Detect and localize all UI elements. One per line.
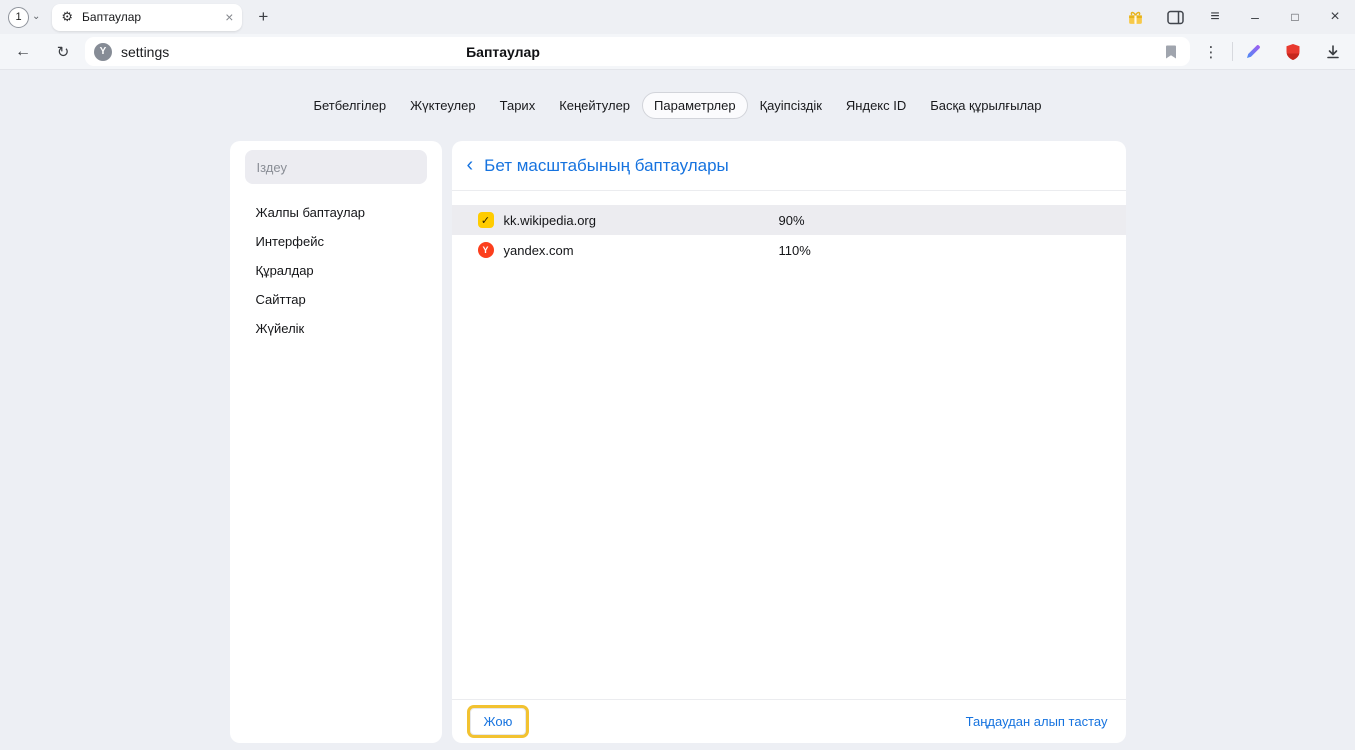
tab-strip: 1 ⌄ ⚙ Баптаулар × + ≡ – □ × [0,0,1355,34]
bookmark-icon[interactable] [1165,44,1177,59]
sidebar-menu: Жалпы баптауларИнтерфейсҚұралдарСайттарЖ… [245,198,427,343]
search-input[interactable] [245,150,427,184]
site-name: yandex.com [504,243,769,258]
sidebar-item-3[interactable]: Сайттар [245,285,427,314]
settings-nav: БетбелгілерЖүктеулерТарихКеңейтулерПарам… [301,92,1053,119]
refresh-icon[interactable]: ↻ [45,34,81,69]
nav-tab-3[interactable]: Кеңейтулер [547,92,642,119]
back-chevron-icon[interactable]: ‹ [467,155,474,177]
sidebar-item-2[interactable]: Құралдар [245,256,427,285]
sidebar-item-4[interactable]: Жүйелік [245,314,427,343]
checkbox-checked-icon[interactable]: ✓ [478,212,494,228]
yandex-favicon: Y [478,242,494,258]
settings-sidebar: Жалпы баптауларИнтерфейсҚұралдарСайттарЖ… [230,141,442,743]
zoom-settings-panel: ‹ Бет масштабының баптаулары ✓ kk.wikiped… [452,141,1126,743]
maximize-button[interactable]: □ [1275,0,1315,34]
zoom-value: 90% [779,213,1126,228]
nav-tab-2[interactable]: Тарих [488,92,548,119]
sidebar-item-0[interactable]: Жалпы баптаулар [245,198,427,227]
toolbar-right: ⋮ [1190,34,1355,69]
gear-icon: ⚙ [61,9,73,25]
nav-tab-1[interactable]: Жүктеулер [398,92,488,119]
url-text: settings [121,44,169,60]
zoom-rows: ✓ kk.wikipedia.org 90% Yyandex.com 110% [452,205,1126,265]
tab-close-icon[interactable]: × [225,10,233,24]
panel-spacer [452,265,1126,699]
search-box [245,150,427,184]
settings-content: Жалпы баптауларИнтерфейсҚұралдарСайттарЖ… [230,141,1126,743]
panel-title: Бет масштабының баптаулары [484,156,729,176]
minimize-button[interactable]: – [1235,0,1275,34]
browser-toolbar: ← ↻ Y settings Баптаулар ⋮ [0,34,1355,70]
back-icon[interactable]: ← [5,34,41,69]
table-row[interactable]: Yyandex.com 110% [452,235,1126,265]
new-tab-button[interactable]: + [248,4,278,31]
chevron-down-icon: ⌄ [32,12,40,22]
toolbar-divider [1232,42,1233,61]
zoom-value: 110% [779,243,1126,258]
table-row[interactable]: ✓ kk.wikipedia.org 90% [452,205,1126,235]
deselect-all-link[interactable]: Таңдаудан алып тастау [966,714,1108,729]
protect-shield-icon[interactable] [1279,34,1307,69]
hamburger-menu-icon[interactable]: ≡ [1195,0,1235,34]
nav-tab-0[interactable]: Бетбелгілер [301,92,398,119]
settings-page: БетбелгілерЖүктеулерТарихКеңейтулерПарам… [0,70,1355,750]
page-title: Баптаулар [466,44,540,60]
address-bar[interactable]: Y settings Баптаулар [85,37,1190,66]
nav-tab-7[interactable]: Басқа құрылғылар [918,92,1053,119]
tab-group-button[interactable]: 1 ⌄ [8,7,40,28]
panel-header: ‹ Бет масштабының баптаулары [452,141,1126,191]
kebab-menu-icon[interactable]: ⋮ [1198,34,1224,69]
download-icon[interactable] [1319,34,1347,69]
panel-footer: Жою Таңдаудан алып тастау [452,699,1126,743]
nav-tab-5[interactable]: Қауіпсіздік [748,92,834,119]
browser-window: 1 ⌄ ⚙ Баптаулар × + ≡ – □ × ← ↻ Y settin [0,0,1355,750]
site-name: kk.wikipedia.org [504,213,769,228]
window-close-button[interactable]: × [1315,0,1355,34]
nav-tab-6[interactable]: Яндекс ID [834,92,918,119]
site-favicon: Y [94,43,112,61]
sidebar-item-1[interactable]: Интерфейс [245,227,427,256]
tab-strip-right: ≡ – □ × [1115,0,1355,34]
tab-count-badge: 1 [8,7,29,28]
browser-tab-settings[interactable]: ⚙ Баптаулар × [52,4,242,31]
tab-title: Баптаулар [82,10,216,24]
gift-icon[interactable] [1115,0,1155,34]
delete-button[interactable]: Жою [470,708,527,735]
side-panel-icon[interactable] [1155,0,1195,34]
nav-tab-4[interactable]: Параметрлер [642,92,748,119]
pen-icon[interactable] [1239,34,1267,69]
